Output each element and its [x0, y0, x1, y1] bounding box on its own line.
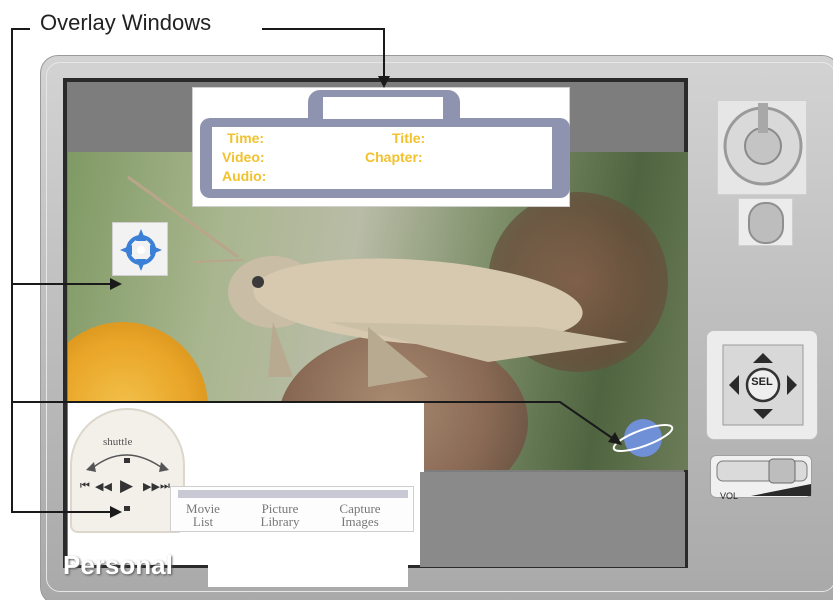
arrow-head-icon [378, 76, 390, 88]
arrow-head-icon [110, 506, 122, 518]
callout-lines [11, 28, 622, 518]
arrow-head-icon [110, 278, 122, 290]
arrow-head-icon [608, 432, 622, 445]
